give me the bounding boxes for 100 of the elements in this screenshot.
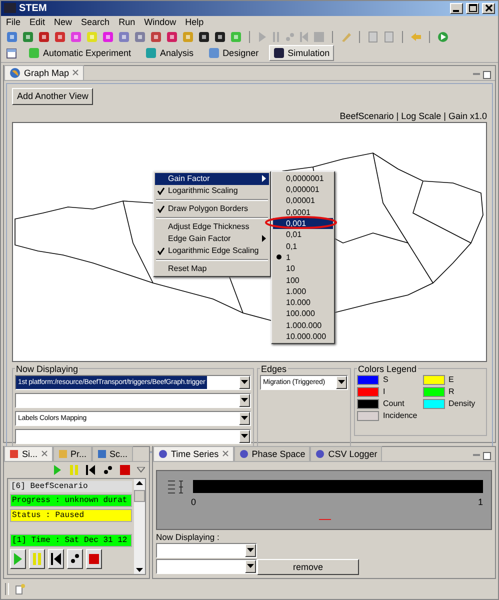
axis-tick-label: 1: [478, 496, 483, 507]
stop-icon: [89, 554, 99, 564]
maximize-icon: [468, 4, 476, 12]
open-perspective-icon[interactable]: [6, 47, 18, 60]
perspective-icon: [28, 47, 40, 60]
group-title: Now Displaying: [15, 364, 80, 374]
menu-item[interactable]: Gain Factor: [155, 172, 269, 185]
menu-item[interactable]: Edit: [30, 17, 46, 28]
maximize-button[interactable]: [466, 2, 479, 14]
step-icon: [70, 552, 80, 565]
stop-button[interactable]: [86, 548, 102, 569]
fast-view-icon[interactable]: [14, 583, 26, 596]
window-controls-icon[interactable]: [472, 450, 492, 461]
axis-tick-label: 0: [191, 496, 196, 507]
menu-item[interactable]: 10: [273, 263, 333, 274]
close-icon[interactable]: [40, 450, 48, 458]
legend-line-drawing: [319, 518, 331, 521]
step-button[interactable]: [67, 548, 83, 569]
stop-icon[interactable]: [120, 464, 130, 475]
legend-label: Density: [448, 399, 476, 408]
menu-item[interactable]: Logarithmic Scaling: [155, 184, 269, 197]
menu-item[interactable]: 0,0000001: [273, 172, 333, 184]
close-icon[interactable]: [72, 69, 80, 76]
close-button[interactable]: [482, 2, 495, 14]
scrollbar[interactable]: [134, 478, 145, 574]
play-icon: [13, 552, 23, 565]
view-tab[interactable]: Pr...: [52, 446, 92, 461]
reset-icon: [51, 552, 61, 565]
legend-label: Count: [383, 399, 404, 408]
menu-item[interactable]: Search: [81, 17, 110, 28]
menu-item[interactable]: 1: [273, 252, 333, 264]
submenu-arrow-icon: [262, 235, 266, 242]
legend-label: I: [383, 387, 386, 396]
menu-item[interactable]: Run: [118, 17, 136, 28]
dropdown[interactable]: [156, 558, 257, 574]
legend-label: R: [448, 387, 454, 396]
group-title: Colors Legend: [357, 364, 418, 374]
view-menu-icon[interactable]: [137, 466, 145, 473]
perspective-tab[interactable]: Automatic Experiment: [24, 45, 136, 62]
menu-item[interactable]: 100: [273, 274, 333, 286]
menu-item[interactable]: 10.000: [273, 296, 333, 308]
window-controls-icon[interactable]: [472, 70, 492, 80]
reset-button[interactable]: [48, 548, 64, 569]
menu-item[interactable]: 1.000.000: [273, 320, 333, 331]
scroll-down-icon[interactable]: [135, 565, 144, 574]
scroll-thumb[interactable]: [134, 490, 145, 502]
reset-icon[interactable]: [86, 464, 96, 475]
menu-item[interactable]: File: [6, 17, 21, 28]
menu-item[interactable]: 10.000.000: [273, 330, 333, 342]
add-view-button[interactable]: Add Another View: [12, 88, 94, 105]
sphere-icon: [158, 448, 168, 459]
menu-item[interactable]: 0,1: [273, 240, 333, 252]
menu-item[interactable]: Reset Map: [155, 262, 269, 275]
menu-item[interactable]: New: [54, 17, 72, 28]
legend-label: S: [383, 375, 388, 384]
perspective-tab[interactable]: Simulation: [268, 45, 334, 62]
play-button[interactable]: [10, 548, 26, 569]
view-tab[interactable]: Graph Map: [4, 64, 84, 80]
menu-item[interactable]: Help: [185, 17, 204, 28]
menu-item[interactable]: 0,00001: [273, 195, 333, 207]
menu-item[interactable]: Window: [144, 17, 176, 28]
menu-item[interactable]: Draw Polygon Borders: [155, 202, 269, 215]
menu-item[interactable]: 0,0001: [273, 206, 333, 218]
perspective-icon: [145, 47, 158, 60]
menu-item[interactable]: 100.000: [273, 308, 333, 320]
tool-icon[interactable]: [214, 30, 226, 43]
legend-label: E: [448, 375, 454, 384]
dropdown[interactable]: [156, 542, 257, 558]
tool-icon[interactable]: [198, 30, 210, 43]
close-icon: [484, 4, 492, 12]
menu-item[interactable]: 0,01: [273, 229, 333, 240]
menu-item[interactable]: Edge Gain Factor: [155, 232, 269, 245]
menu-item[interactable]: 0,000001: [273, 184, 333, 196]
app-icon: [4, 3, 16, 14]
sphere-icon: [238, 448, 249, 459]
view-tab[interactable]: CSV Logger: [310, 446, 382, 461]
now-displaying-label: Now Displaying :: [155, 532, 220, 543]
window-title: STEM: [19, 2, 47, 14]
view-tab[interactable]: Sc...: [92, 446, 133, 461]
group-title: Edges: [260, 364, 288, 374]
menu-item[interactable]: 1.000: [273, 286, 333, 297]
pause-button[interactable]: [29, 548, 45, 569]
perspective-tab[interactable]: Analysis: [141, 45, 198, 62]
run-icon[interactable]: [437, 30, 449, 43]
close-icon[interactable]: [222, 450, 229, 458]
scroll-up-icon[interactable]: [135, 478, 144, 488]
sphere-icon: [315, 448, 326, 459]
minimize-button[interactable]: [450, 2, 463, 14]
perspective-tab[interactable]: Designer: [204, 45, 263, 62]
view-icon: [96, 448, 107, 459]
menu-item[interactable]: Adjust Edge Thickness: [155, 220, 269, 233]
view-icon: [58, 448, 68, 459]
view-tab[interactable]: Time Series: [153, 446, 234, 461]
remove-button[interactable]: remove: [257, 558, 359, 575]
scenario-label: [6] BeefScenario: [10, 480, 132, 492]
view-tab[interactable]: Phase Space: [234, 446, 310, 461]
menu-item[interactable]: Logarithmic Edge Scaling: [155, 244, 269, 257]
step-icon[interactable]: [103, 464, 113, 475]
globe-icon: [9, 66, 21, 79]
view-tab[interactable]: Si...: [4, 446, 53, 461]
